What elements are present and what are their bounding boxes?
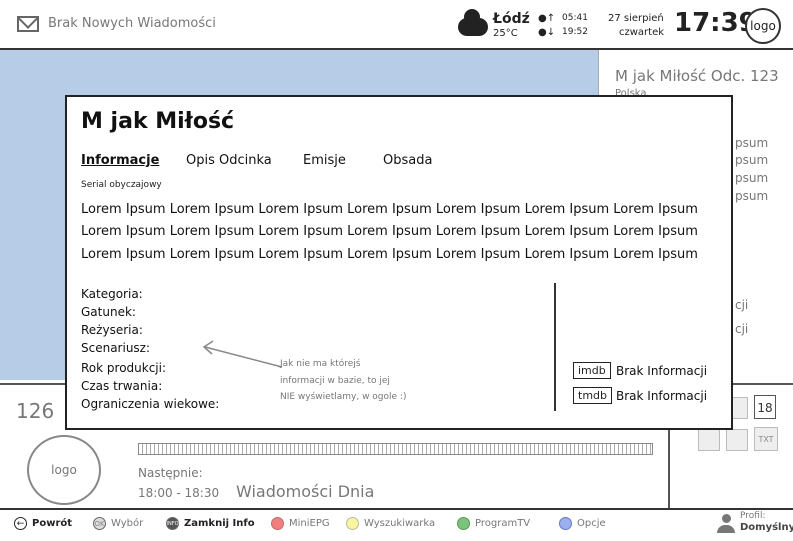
weather-city: Łódź	[493, 11, 530, 27]
next-title: Wiadomości Dnia	[236, 482, 375, 501]
red-button[interactable]: MiniEPG	[271, 517, 330, 530]
sunset-icon: ●↓	[538, 27, 556, 38]
annotation-note: informacji w bazie, to jej	[280, 376, 390, 386]
green-key-icon	[457, 517, 470, 530]
yellow-key-icon	[346, 517, 359, 530]
red-label: MiniEPG	[289, 518, 330, 529]
list-icon	[698, 429, 720, 451]
imdb-value: Brak Informacji	[616, 364, 708, 378]
weather-temperature: 25°C	[493, 28, 518, 39]
imdb-badge: imdb	[573, 362, 611, 379]
user-icon	[716, 514, 736, 534]
tmdb-value: Brak Informacji	[616, 389, 708, 403]
genre-note: Serial obyczajowy	[81, 180, 162, 190]
operator-logo: logo	[745, 8, 781, 44]
profile-value[interactable]: Domyślny	[740, 522, 793, 533]
annotation-note: Jak nie ma którejś	[280, 359, 361, 369]
program-info-modal: M jak Miłość Informacje Opis Odcinka Emi…	[65, 95, 733, 430]
top-bar: Brak Nowych Wiadomości Łódź 25°C ●↑ 05:4…	[0, 0, 793, 50]
description-line: Lorem Ipsum Lorem Ipsum Lorem Ipsum Lore…	[81, 202, 698, 217]
progress-bar	[138, 443, 653, 455]
blue-button[interactable]: Opcje	[559, 517, 606, 530]
panel-text-line: cji	[735, 298, 749, 312]
channel-logo: logo	[27, 435, 101, 505]
meta-director-label: Reżyseria:	[81, 323, 143, 337]
cloud-icon	[458, 9, 488, 36]
info-key-icon: INFO	[166, 517, 179, 530]
meta-production-year-label: Rok produkcji:	[81, 361, 167, 375]
next-time: 18:00 - 18:30	[138, 486, 220, 500]
info-button[interactable]: INFO Zamknij Info	[166, 517, 255, 530]
blue-label: Opcje	[577, 518, 606, 529]
yellow-label: Wyszukiwarka	[364, 518, 436, 529]
back-label: Powrót	[32, 518, 73, 529]
sunset-time: 19:52	[562, 27, 588, 37]
teletext-icon: TXT	[754, 427, 778, 451]
tmdb-badge: tmdb	[573, 387, 612, 404]
panel-text-line: psum	[735, 136, 769, 150]
modal-title: M jak Miłość	[81, 109, 235, 134]
profile-label: Profil:	[740, 511, 766, 521]
meta-genre-label: Gatunek:	[81, 305, 136, 319]
panel-text-line: psum	[735, 171, 769, 185]
age-rating-badge: 18	[754, 395, 776, 419]
green-button[interactable]: ProgramTV	[457, 517, 530, 530]
yellow-button[interactable]: Wyszukiwarka	[346, 517, 435, 530]
back-arrow-icon: ←	[14, 517, 27, 530]
meta-screenplay-label: Scenariusz:	[81, 341, 151, 355]
red-key-icon	[271, 517, 284, 530]
tab-opis-odcinka[interactable]: Opis Odcinka	[186, 153, 272, 168]
panel-text-line: psum	[735, 153, 769, 167]
next-label: Następnie:	[138, 466, 203, 480]
sunrise-time: 05:41	[562, 13, 588, 23]
ok-button[interactable]: OK Wybór	[93, 517, 143, 530]
back-button[interactable]: ← Powrót	[14, 517, 72, 530]
lock-icon	[726, 429, 748, 451]
blue-key-icon	[559, 517, 572, 530]
tab-obsada[interactable]: Obsada	[383, 153, 432, 168]
annotation-arrow	[202, 340, 283, 368]
info-label: Zamknij Info	[184, 518, 255, 529]
panel-text-line: cji	[735, 322, 749, 336]
description-line: Lorem Ipsum Lorem Ipsum Lorem Ipsum Lore…	[81, 224, 698, 239]
weekday-label: czwartek	[619, 27, 665, 38]
envelope-icon	[17, 16, 39, 32]
ok-key-icon: OK	[93, 517, 106, 530]
tab-informacje[interactable]: Informacje	[81, 153, 159, 168]
green-label: ProgramTV	[475, 518, 531, 529]
meta-duration-label: Czas trwania:	[81, 379, 163, 393]
meta-age-limit-label: Ograniczenia wiekowe:	[81, 397, 220, 411]
ok-label: Wybór	[111, 518, 144, 529]
channel-number: 126	[16, 399, 55, 423]
tab-emisje[interactable]: Emisje	[303, 153, 346, 168]
bottom-bar: ← Powrót OK Wybór INFO Zamknij Info Mini…	[0, 508, 793, 541]
program-title: M jak Miłość Odc. 123	[615, 67, 779, 85]
divider	[554, 283, 556, 411]
sunrise-icon: ●↑	[538, 13, 556, 24]
meta-category-label: Kategoria:	[81, 287, 143, 301]
messages-status: Brak Nowych Wiadomości	[48, 16, 216, 31]
description-line: Lorem Ipsum Lorem Ipsum Lorem Ipsum Lore…	[81, 247, 698, 262]
date-label: 27 sierpień	[608, 13, 664, 24]
panel-text-line: psum	[735, 189, 769, 203]
annotation-note: NIE wyświetlamy, w ogole :)	[280, 392, 407, 402]
